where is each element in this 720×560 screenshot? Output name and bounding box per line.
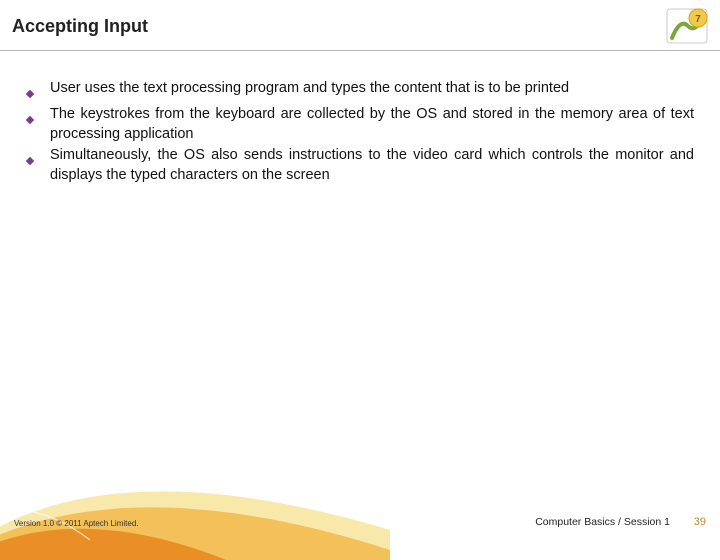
title-bar: Accepting Input 7 (0, 0, 720, 51)
list-item: Simultaneously, the OS also sends instru… (26, 146, 694, 185)
decorative-swoosh (0, 420, 390, 560)
content-area: User uses the text processing program an… (0, 51, 720, 185)
bullet-text: User uses the text processing program an… (50, 79, 569, 99)
breadcrumb: Computer Basics / Session 1 (535, 516, 670, 528)
list-item: User uses the text processing program an… (26, 79, 694, 103)
footer: Version 1.0 © 2011 Aptech Limited. Compu… (0, 494, 720, 540)
page-title: Accepting Input (12, 16, 148, 37)
diamond-bullet-icon (26, 85, 34, 103)
bullet-text: The keystrokes from the keyboard are col… (50, 105, 694, 144)
version-text: Version 1.0 © 2011 Aptech Limited. (14, 519, 139, 528)
svg-text:7: 7 (695, 14, 701, 25)
bullet-text: Simultaneously, the OS also sends instru… (50, 146, 694, 185)
page-number: 39 (694, 516, 706, 528)
list-item: The keystrokes from the keyboard are col… (26, 105, 694, 144)
brand-logo: 7 (666, 8, 708, 44)
diamond-bullet-icon (26, 111, 34, 129)
diamond-bullet-icon (26, 152, 34, 170)
bullet-list: User uses the text processing program an… (26, 79, 694, 185)
